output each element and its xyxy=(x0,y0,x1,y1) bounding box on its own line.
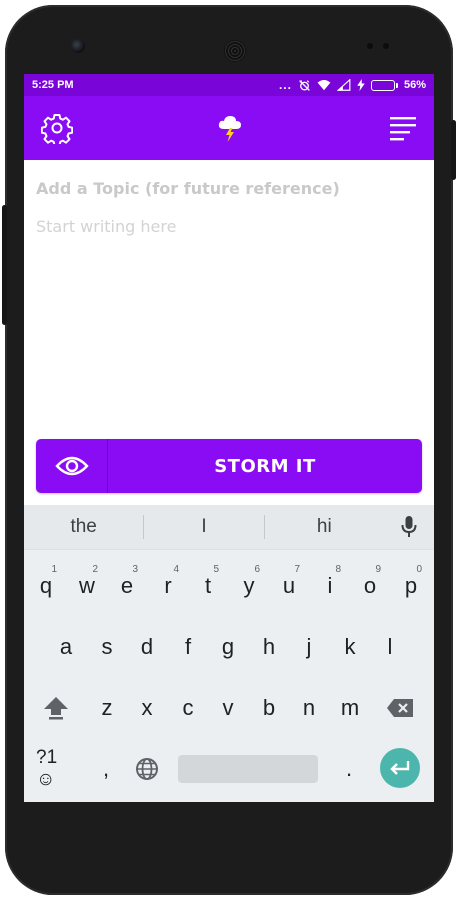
key-j[interactable]: j xyxy=(289,622,329,672)
voice-input-button[interactable] xyxy=(384,515,434,539)
key-row-2: a s d f g h j k l xyxy=(24,622,434,672)
action-bar: STORM IT xyxy=(36,439,422,493)
key-r[interactable]: r4 xyxy=(148,561,188,611)
key-u[interactable]: u7 xyxy=(269,561,309,611)
key-y[interactable]: y6 xyxy=(229,561,269,611)
key-o[interactable]: o9 xyxy=(350,561,390,611)
key-comma[interactable]: , xyxy=(86,744,126,794)
key-e[interactable]: e3 xyxy=(107,561,147,611)
key-h[interactable]: h xyxy=(249,622,289,672)
key-i[interactable]: i8 xyxy=(310,561,350,611)
key-z[interactable]: z xyxy=(87,683,127,733)
key-a[interactable]: a xyxy=(46,622,86,672)
notification-dots: ... xyxy=(278,78,292,92)
globe-icon xyxy=(136,758,158,780)
enter-arrow-icon xyxy=(390,761,410,775)
charging-bolt-icon xyxy=(357,79,365,91)
key-x[interactable]: x xyxy=(127,683,167,733)
status-time: 5:25 PM xyxy=(32,79,74,91)
key-l[interactable]: l xyxy=(370,622,410,672)
symbols-key[interactable]: ?1☺ xyxy=(36,744,76,794)
key-c[interactable]: c xyxy=(168,683,208,733)
key-f[interactable]: f xyxy=(168,622,208,672)
backspace-key[interactable] xyxy=(380,683,420,733)
app-logo xyxy=(213,111,247,145)
backspace-icon xyxy=(387,699,413,717)
language-key[interactable] xyxy=(127,744,167,794)
editor-area: STORM IT xyxy=(24,160,434,505)
key-q[interactable]: q1 xyxy=(26,561,66,611)
power-button xyxy=(451,120,456,180)
gear-icon xyxy=(41,114,73,144)
key-k[interactable]: k xyxy=(330,622,370,672)
menu-lines-icon xyxy=(390,117,416,141)
key-t[interactable]: t5 xyxy=(188,561,228,611)
suggestion-3[interactable]: hi xyxy=(265,516,384,538)
enter-key[interactable] xyxy=(380,748,420,788)
key-s[interactable]: s xyxy=(87,622,127,672)
key-period[interactable]: . xyxy=(329,744,369,794)
key-p[interactable]: p0 xyxy=(391,561,431,611)
battery-icon xyxy=(370,79,398,91)
eye-icon xyxy=(54,456,89,476)
menu-button[interactable] xyxy=(386,111,420,145)
app-bar xyxy=(24,96,434,160)
proximity-sensor xyxy=(367,43,373,49)
key-row-3: z x c v b n m xyxy=(24,683,434,733)
settings-button[interactable] xyxy=(40,111,74,145)
battery-percent: 56% xyxy=(403,79,426,91)
key-v[interactable]: v xyxy=(208,683,248,733)
shift-key[interactable] xyxy=(36,683,76,733)
volume-button xyxy=(2,205,7,325)
status-bar: 5:25 PM ... 56% xyxy=(24,74,434,96)
alarm-off-icon xyxy=(299,79,310,91)
light-sensor xyxy=(383,43,389,49)
key-row-1: q1 w2 e3 r4 t5 y6 u7 i8 o9 p0 xyxy=(24,561,434,611)
signal-icon xyxy=(336,79,351,91)
key-b[interactable]: b xyxy=(249,683,289,733)
wifi-icon xyxy=(317,80,331,91)
microphone-icon xyxy=(401,516,417,537)
storm-it-button[interactable]: STORM IT xyxy=(108,439,422,493)
key-row-4: ?1☺ , . xyxy=(24,744,434,794)
earpiece-speaker xyxy=(224,40,246,62)
suggestion-1[interactable]: the xyxy=(24,516,143,538)
key-d[interactable]: d xyxy=(127,622,167,672)
suggestion-strip: the I hi xyxy=(24,505,434,550)
soft-keyboard: the I hi q1 w2 e3 r4 t5 y6 u7 i8 o9 p 0 … xyxy=(24,505,434,802)
key-n[interactable]: n xyxy=(289,683,329,733)
front-camera xyxy=(71,39,85,53)
key-w[interactable]: w2 xyxy=(67,561,107,611)
body-input[interactable] xyxy=(36,212,422,240)
preview-button[interactable] xyxy=(36,439,108,493)
space-bar[interactable] xyxy=(178,755,318,783)
suggestion-2[interactable]: I xyxy=(144,516,263,538)
screen: 5:25 PM ... 56% Add a Topic (for future … xyxy=(24,74,434,802)
storm-cloud-icon xyxy=(218,116,241,142)
topic-input[interactable] xyxy=(36,176,422,200)
key-g[interactable]: g xyxy=(208,622,248,672)
shift-arrow-icon xyxy=(44,697,68,720)
key-m[interactable]: m xyxy=(330,683,370,733)
